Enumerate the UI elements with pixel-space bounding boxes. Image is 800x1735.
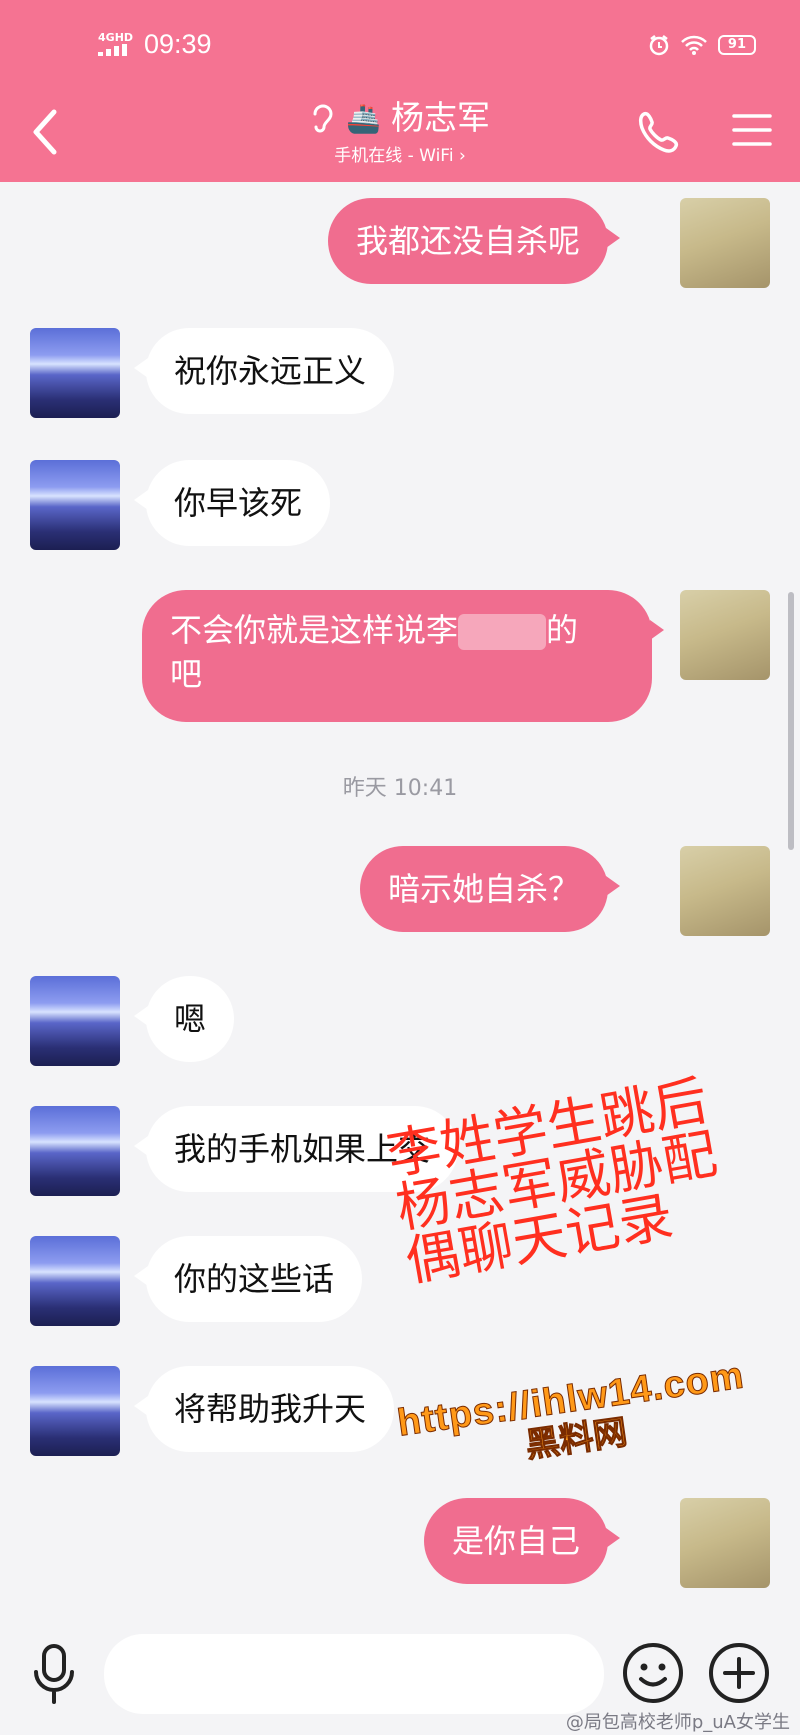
alarm-icon — [649, 35, 669, 56]
my-avatar[interactable] — [680, 846, 770, 936]
clock: 09:39 — [144, 29, 212, 59]
message-bubble[interactable]: 暗示她自杀？ — [359, 846, 621, 932]
signal-icon — [98, 44, 136, 56]
contact-avatar[interactable] — [30, 460, 120, 550]
my-avatar[interactable] — [680, 590, 770, 680]
wifi-icon — [681, 35, 707, 55]
scrollbar[interactable] — [788, 592, 794, 850]
phone-icon[interactable] — [632, 104, 688, 160]
message-bubble[interactable]: 我都还没自杀呢 — [327, 198, 621, 284]
status-bar: 4GHD 09:39 91 — [0, 0, 800, 90]
microphone-icon[interactable] — [26, 1640, 82, 1710]
message-bubble[interactable]: 你的这些话 — [133, 1236, 363, 1322]
message-timestamp: 昨天 10:41 — [342, 776, 458, 801]
ship-icon: 🚢 — [346, 101, 381, 135]
contact-avatar[interactable] — [30, 1236, 120, 1326]
weibo-attribution: @局包高校老师p_uA女学生 — [565, 1712, 790, 1733]
contact-avatar[interactable] — [30, 1106, 120, 1196]
message-bubble[interactable]: 嗯 — [133, 976, 235, 1062]
network-type: 4GHD — [98, 31, 134, 44]
message-bubble[interactable]: 将帮助我升天 — [133, 1366, 395, 1452]
chat-title[interactable]: 🚢 杨志军 手机在线 - WiFi › — [250, 94, 550, 168]
plus-icon[interactable] — [706, 1640, 772, 1706]
message-bubble[interactable]: 是你自己 — [423, 1498, 621, 1584]
chat-header: 🚢 杨志军 手机在线 - WiFi › — [0, 90, 800, 182]
ear-icon — [313, 104, 333, 133]
battery-indicator: 91 — [717, 35, 756, 55]
menu-icon[interactable] — [728, 106, 776, 154]
message-bubble[interactable]: 不会你就是这样说李的吧 — [142, 590, 664, 722]
contact-avatar[interactable] — [30, 1366, 120, 1456]
my-avatar[interactable] — [680, 198, 770, 288]
message-bubble[interactable]: 祝你永远正义 — [133, 328, 395, 414]
online-status: 手机在线 - WiFi › — [334, 146, 466, 166]
my-avatar[interactable] — [680, 1498, 770, 1588]
emoji-icon[interactable] — [620, 1640, 686, 1706]
chevron-left-icon[interactable] — [26, 102, 66, 162]
redacted-text — [458, 614, 547, 650]
contact-avatar[interactable] — [30, 976, 120, 1066]
contact-name: 杨志军 — [390, 98, 490, 137]
message-input[interactable] — [104, 1634, 604, 1714]
contact-avatar[interactable] — [30, 328, 120, 418]
message-bubble[interactable]: 你早该死 — [133, 460, 331, 546]
